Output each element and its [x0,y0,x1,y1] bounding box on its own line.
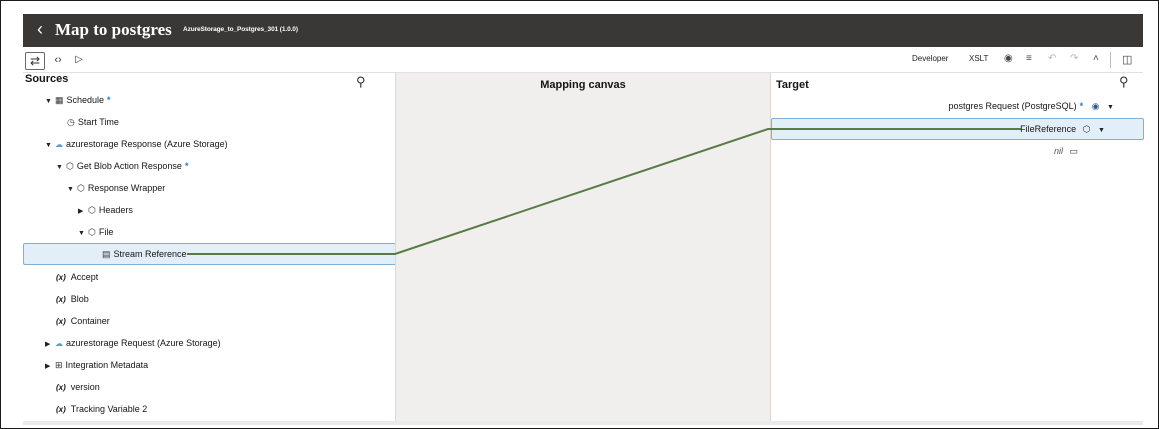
tree-item-azurestorage-response[interactable]: ▼ ☁ azurestorage Response (Azure Storage) [23,134,228,154]
tree-item-container[interactable]: (x) Container [23,311,110,331]
postgres-elephant-icon: ◉ [1091,101,1100,111]
cube-icon: ⬡ [88,205,96,215]
code-view-icon[interactable]: ‹› [51,52,65,68]
expand-caret-icon[interactable]: ▼ [45,92,55,112]
xslt-button[interactable]: XSLT [969,54,988,63]
calendar-icon: ▦ [55,95,64,105]
tree-item-version[interactable]: (x) version [23,377,100,397]
tree-item-integration-metadata[interactable]: ▶ ⊞ Integration Metadata [23,355,148,375]
collapse-caret-icon[interactable]: ▶ [45,335,55,355]
tree-item-schedule[interactable]: ▼ ▦ Schedule * [23,90,111,110]
toolbar-divider [1110,52,1111,68]
sources-search-icon[interactable]: ⚲ [356,74,366,90]
cube-icon: ⬡ [88,227,96,237]
target-root-postgres-request[interactable]: postgres Request (PostgreSQL) * ◉ ▼ [949,96,1117,116]
expand-caret-icon[interactable]: ▼ [1107,98,1117,118]
tree-item-response-wrapper[interactable]: ▼ ⬡ Response Wrapper [23,178,165,198]
filter-icon[interactable]: ≡ [1026,53,1032,64]
tree-item-tracking-variable-2[interactable]: (x) Tracking Variable 2 [23,399,147,419]
variable-icon: (x) [56,405,66,414]
cube-icon: ⬡ [66,161,74,171]
canvas-title: Mapping canvas [540,79,626,91]
developer-mode-button[interactable]: Developer [912,54,948,63]
collapse-all-icon[interactable]: ˄ [1093,53,1099,64]
tree-item-get-blob-action-response[interactable]: ▼ ⬡ Get Blob Action Response * [23,156,188,176]
swap-arrows-icon[interactable]: ⇄ [25,52,45,70]
cloud-icon: ☁ [55,140,63,149]
target-search-icon[interactable]: ⚲ [1119,74,1129,90]
tree-item-start-time[interactable]: ◷ Start Time [23,112,119,132]
mapped-cube-icon: ⬡ [1082,124,1091,134]
undo-icon[interactable]: ↶ [1048,53,1056,64]
grid-icon: ⊞ [55,360,63,370]
page-header: ‹ Map to postgres AzureStorage_to_Postgr… [23,14,1143,47]
variable-icon: (x) [56,317,66,326]
variable-icon: (x) [56,383,66,392]
clock-icon: ◷ [67,117,75,127]
expand-caret-icon[interactable]: ▼ [67,180,77,200]
target-item-nil[interactable]: nil ▭ [1054,141,1081,161]
tree-item-accept[interactable]: (x) Accept [23,267,98,287]
expand-caret-icon[interactable]: ▼ [45,136,55,156]
cube-icon: ⬡ [77,183,85,193]
tag-icon: ▭ [1069,146,1078,156]
expand-caret-icon[interactable]: ▼ [1098,121,1108,141]
panel-toggle-icon[interactable]: ◫ [1122,53,1132,66]
page-title: Map to postgres [55,20,172,39]
collapse-caret-icon[interactable]: ▶ [78,202,88,222]
horizontal-scrollbar[interactable] [23,421,1143,425]
mapping-canvas[interactable]: Mapping canvas [395,73,771,421]
target-title: Target [776,79,809,91]
target-pane: Target ⚲ postgres Request (PostgreSQL) * … [770,73,1144,421]
tree-item-headers[interactable]: ▶ ⬡ Headers [23,200,133,220]
toolbar: ⇄ ‹› ▷ Developer XSLT ◉ ≡ ↶ ↷ ˄ ◫ [23,50,1143,73]
eye-icon[interactable]: ◉ [1004,53,1013,64]
document-icon: ▤ [102,249,111,259]
variable-icon: (x) [56,273,66,282]
expand-caret-icon[interactable]: ▼ [56,158,66,178]
variable-icon: (x) [56,295,66,304]
tree-item-file[interactable]: ▼ ⬡ File [23,222,113,242]
back-chevron-icon[interactable]: ‹ [29,19,51,41]
sources-pane: Sources ⚲ ▼ ▦ Schedule * ◷ Start Time ▼ ☁ azur… [23,73,467,421]
cloud-icon: ☁ [55,339,63,348]
play-test-icon[interactable]: ▷ [73,52,85,68]
target-item-file-reference[interactable]: FileReference ⬡ ▼ [1020,119,1108,139]
redo-icon[interactable]: ↷ [1070,53,1078,64]
collapse-caret-icon[interactable]: ▶ [45,357,55,377]
map-subtitle: AzureStorage_to_Postgres_301 (1.0.0) [183,26,298,33]
sources-title: Sources [25,73,69,85]
tree-item-blob[interactable]: (x) Blob [23,289,89,309]
expand-caret-icon[interactable]: ▼ [78,224,88,244]
tree-item-azurestorage-request[interactable]: ▶ ☁ azurestorage Request (Azure Storage) [23,333,221,353]
